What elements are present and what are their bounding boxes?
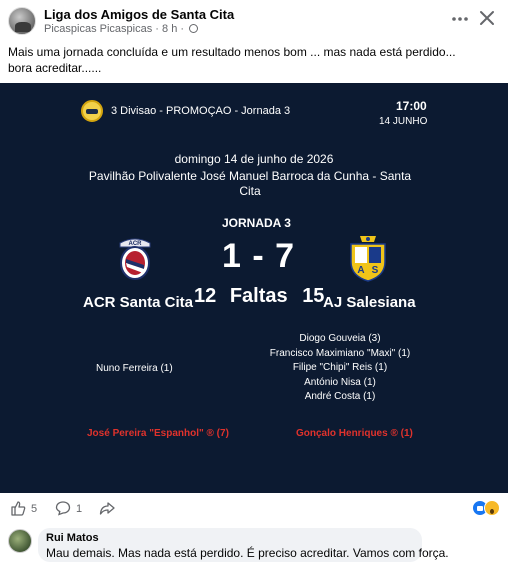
away-scorer: António Nisa (1)	[304, 376, 376, 388]
post-meta: Picaspicas Picaspicas · 8 h ·	[44, 23, 199, 35]
author-name[interactable]: Picaspicas Picaspicas	[44, 23, 152, 35]
close-icon	[480, 11, 494, 25]
fouls-label: Faltas	[229, 285, 288, 307]
home-team-crest: ACR	[119, 238, 151, 280]
post-time[interactable]: 8 h	[162, 23, 177, 35]
fouls-row: 12 Faltas 15	[194, 285, 324, 308]
reaction-summary[interactable]	[472, 500, 502, 516]
away-fouls: 15	[302, 285, 325, 307]
like-icon[interactable]	[10, 500, 26, 516]
reactions-bar: 5 1	[0, 495, 525, 523]
post-header: Liga dos Amigos de Santa Cita Picaspicas…	[0, 0, 525, 40]
away-scorer: André Costa (1)	[304, 391, 376, 402]
away-team-name: AJ Salesiana	[323, 294, 416, 311]
match-date-long: domingo 14 de junho de 2026	[174, 152, 334, 166]
group-name[interactable]: Liga dos Amigos de Santa Cita	[44, 7, 234, 22]
comment-text: Mau demais. Mas nada está perdido. É pre…	[46, 546, 449, 560]
home-scorer: Nuno Ferreira (1)	[96, 363, 173, 374]
home-fouls: 12	[194, 285, 217, 307]
group-avatar[interactable]	[8, 7, 36, 35]
match-poster-image[interactable]: 3 Divisao - PROMOÇAO - Jornada 3 17:00 1…	[0, 83, 508, 493]
commenter-name[interactable]: Rui Matos	[46, 532, 99, 544]
like-count[interactable]: 5	[31, 503, 37, 515]
more-options-button[interactable]	[450, 10, 470, 30]
svg-text:S: S	[372, 265, 379, 276]
away-scorer: Filipe "Chipi" Reis (1)	[292, 362, 388, 373]
comment: Rui Matos Mau demais. Mas nada está perd…	[0, 525, 525, 565]
ellipsis-icon	[452, 17, 468, 21]
home-red-card: José Pereira "Espanhol" ® (7)	[87, 428, 229, 439]
competition-label: 3 Divisao - PROMOÇAO - Jornada 3	[111, 105, 291, 117]
home-team-name: ACR Santa Cita	[83, 294, 194, 311]
comment-bubble: Rui Matos Mau demais. Mas nada está perd…	[38, 528, 449, 562]
post-caption: Mais uma jornada concluída e um resultad…	[8, 45, 456, 75]
comment-count[interactable]: 1	[76, 503, 82, 515]
away-scorer: Diogo Gouveia (3)	[299, 333, 381, 344]
comment-icon[interactable]	[55, 500, 71, 516]
away-red-card: Gonçalo Henriques ® (1)	[296, 428, 413, 439]
away-scorer: Francisco Maximiano "Maxi" (1)	[269, 347, 411, 359]
globe-icon	[189, 24, 199, 33]
svg-text:A: A	[357, 265, 364, 276]
final-score: 1 - 7	[222, 237, 296, 275]
close-button[interactable]	[476, 9, 498, 31]
share-icon[interactable]	[99, 500, 115, 516]
commenter-avatar[interactable]	[8, 529, 32, 553]
wow-reaction-icon	[484, 500, 500, 516]
away-scorers-list: Diogo Gouveia (3) Francisco Maximiano "M…	[240, 332, 440, 405]
competition-logo	[81, 100, 103, 122]
match-time: 17:00	[396, 99, 427, 113]
match-date-short: 14 JUNHO	[379, 116, 428, 127]
round-label: JORNADA 3	[222, 216, 291, 230]
away-team-crest: A S	[350, 236, 386, 282]
match-venue: Pavilhão Polivalente José Manuel Barroca…	[88, 169, 412, 198]
